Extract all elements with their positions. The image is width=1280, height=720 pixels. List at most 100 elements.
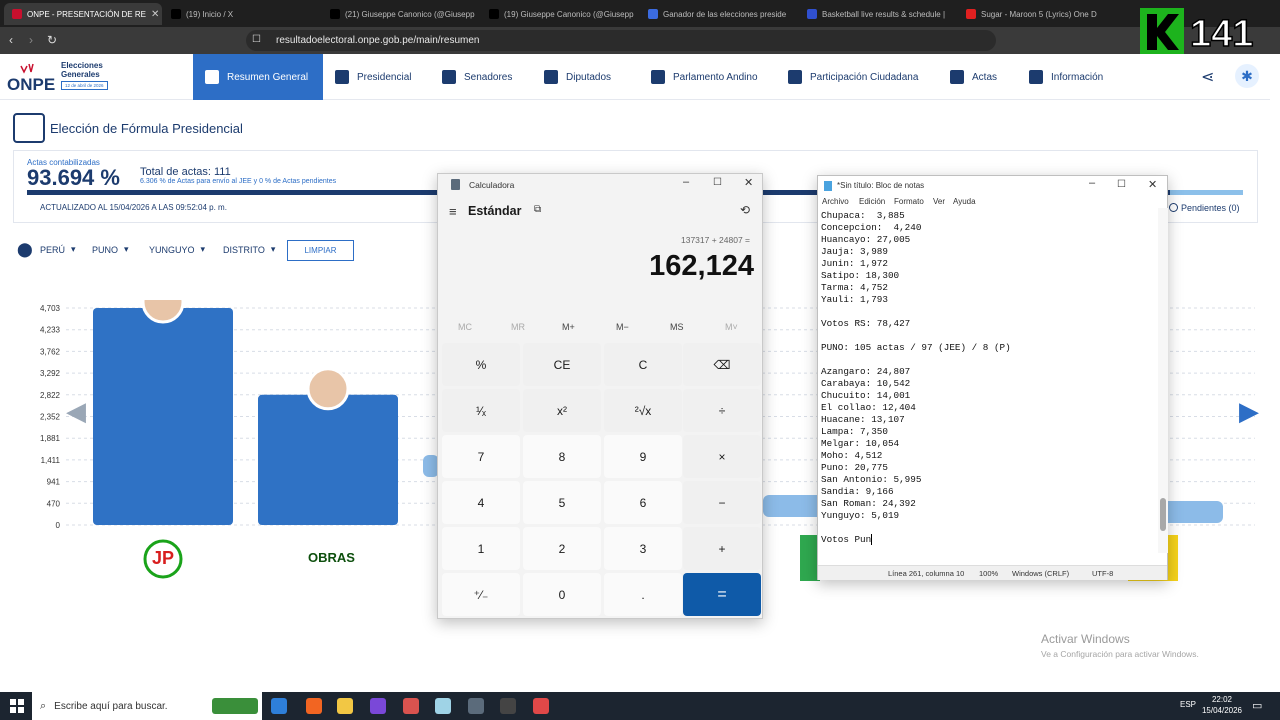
minimize-icon[interactable]: – xyxy=(1089,177,1095,189)
clock-time[interactable]: 22:02 xyxy=(1201,695,1243,704)
chart-bar[interactable] xyxy=(93,308,233,525)
calculator-key[interactable]: ÷ xyxy=(683,389,761,432)
filter-district[interactable]: DISTRITO ▾ xyxy=(223,244,275,255)
memory-button[interactable]: M− xyxy=(616,322,629,332)
browser-tab[interactable]: (19) Inicio / X xyxy=(163,3,321,25)
maximize-icon[interactable]: ☐ xyxy=(1117,179,1126,190)
nav-item-icon xyxy=(651,70,665,84)
pendientes-link[interactable]: Pendientes (0) xyxy=(1181,203,1240,213)
memory-button[interactable]: MC xyxy=(458,322,472,332)
chart-next-arrow[interactable]: ▶ xyxy=(1239,396,1259,427)
nav-item[interactable]: Diputados xyxy=(532,54,632,100)
nav-item[interactable]: Actas xyxy=(938,54,1010,100)
notepad-menu-item[interactable]: Formato xyxy=(894,197,924,206)
nav-item[interactable]: Resumen General xyxy=(193,54,323,100)
calculator-key[interactable]: 0 xyxy=(523,573,601,616)
browser-tab[interactable]: (21) Giuseppe Canonico (@Giusepp xyxy=(322,3,480,25)
notepad-menu-item[interactable]: Edición xyxy=(859,197,885,206)
keep-on-top-icon[interactable]: ⧉ xyxy=(534,204,541,215)
recorder-icon[interactable] xyxy=(500,698,516,714)
widget-forest-icon[interactable] xyxy=(212,698,258,714)
brave-browser-icon[interactable] xyxy=(306,698,322,714)
browser-tab[interactable]: Sugar - Maroon 5 (Lyrics) One D xyxy=(958,3,1116,25)
bookmark-icon[interactable]: ☐ xyxy=(252,34,261,45)
nav-item[interactable]: Senadores xyxy=(430,54,525,100)
calculator-key[interactable]: . xyxy=(604,573,682,616)
calculator-key[interactable]: ²√x xyxy=(604,389,682,432)
copilot-icon[interactable] xyxy=(271,698,287,714)
calculator-key[interactable]: + xyxy=(683,527,761,570)
calculator-key[interactable]: CE xyxy=(523,343,601,386)
calculator-taskbar-icon[interactable] xyxy=(468,698,484,714)
file-explorer-icon[interactable] xyxy=(337,698,353,714)
filter-province[interactable]: YUNGUYO ▾ xyxy=(149,244,205,255)
calculator-key[interactable]: 6 xyxy=(604,481,682,524)
nav-item[interactable]: Presidencial xyxy=(323,54,423,100)
tab-favicon-icon xyxy=(966,9,976,19)
close-icon[interactable]: ✕ xyxy=(1148,178,1157,191)
notification-icon[interactable]: ▭ xyxy=(1252,699,1262,712)
browser-tab[interactable]: ONPE - PRESENTACIÓN DE RE ✕ xyxy=(4,3,162,25)
scrollbar-thumb[interactable] xyxy=(1160,498,1166,531)
notepad-taskbar-icon[interactable] xyxy=(435,698,451,714)
calculator-key[interactable]: ⁺⁄₋ xyxy=(442,573,520,616)
filter-region[interactable]: PUNO ▾ xyxy=(92,244,129,255)
accessibility-icon[interactable]: ✱ xyxy=(1235,64,1259,88)
notepad-menu-item[interactable]: Ver xyxy=(933,197,945,206)
maximize-icon[interactable]: ☐ xyxy=(713,177,722,188)
browser-tab[interactable]: (19) Giuseppe Canonico (@Giusepp xyxy=(481,3,639,25)
app-red2-icon[interactable] xyxy=(533,698,549,714)
nav-item[interactable]: Información xyxy=(1017,54,1117,100)
url-field[interactable]: resultadoelectoral.onpe.gob.pe/main/resu… xyxy=(246,30,996,51)
notepad-text-area[interactable]: Chupaca: 3,885 Concepcion: 4,240 Huancay… xyxy=(821,210,1157,553)
browser-tab[interactable]: Basketball live results & schedule | xyxy=(799,3,957,25)
calculator-key[interactable]: 9 xyxy=(604,435,682,478)
calculator-key[interactable]: = xyxy=(683,573,761,616)
chart-prev-arrow[interactable]: ◀ xyxy=(66,396,86,427)
onpe-logo[interactable]: ONPE xyxy=(7,62,55,94)
obs-icon[interactable] xyxy=(370,698,386,714)
tab-close-icon[interactable]: ✕ xyxy=(151,9,159,20)
browser-tab[interactable]: Ganador de las elecciones preside xyxy=(640,3,798,25)
back-icon[interactable]: ‹ xyxy=(9,33,13,47)
reload-icon[interactable]: ↻ xyxy=(47,33,57,47)
chevron-down-icon: ▾ xyxy=(71,244,76,254)
share-icon[interactable]: ⋖ xyxy=(1201,67,1214,87)
forward-icon[interactable]: › xyxy=(29,33,33,47)
calculator-key[interactable]: 8 xyxy=(523,435,601,478)
app-red-icon[interactable] xyxy=(403,698,419,714)
history-icon[interactable]: ⟲ xyxy=(740,203,750,217)
minimize-icon[interactable]: – xyxy=(683,176,689,188)
filter-country[interactable]: PERÚ ▾ xyxy=(40,244,76,255)
close-icon[interactable]: ✕ xyxy=(744,176,753,189)
calculator-key[interactable]: % xyxy=(442,343,520,386)
calculator-key[interactable]: x² xyxy=(523,389,601,432)
calculator-key[interactable]: 3 xyxy=(604,527,682,570)
memory-button[interactable]: MR xyxy=(511,322,525,332)
calculator-key[interactable]: − xyxy=(683,481,761,524)
calculator-key[interactable]: 1 xyxy=(442,527,520,570)
calculator-key[interactable]: 7 xyxy=(442,435,520,478)
notepad-menu-item[interactable]: Ayuda xyxy=(953,197,976,206)
memory-button[interactable]: MS xyxy=(670,322,684,332)
memory-button[interactable]: M+ xyxy=(562,322,575,332)
nav-item[interactable]: Participación Ciudadana xyxy=(776,54,931,100)
calculator-key[interactable]: × xyxy=(683,435,761,478)
calculator-key[interactable]: C xyxy=(604,343,682,386)
nav-item[interactable]: Parlamento Andino xyxy=(639,54,769,100)
memory-button[interactable]: M˅ xyxy=(725,322,738,332)
calculator-key[interactable]: ¹⁄ₓ xyxy=(442,389,520,432)
chart-bar-partial[interactable] xyxy=(763,495,823,517)
calculator-key[interactable]: 2 xyxy=(523,527,601,570)
hamburger-menu-icon[interactable]: ≡ xyxy=(449,204,457,219)
calculator-key[interactable]: 4 xyxy=(442,481,520,524)
calculator-key[interactable]: ⌫ xyxy=(683,343,761,386)
clear-filters-button[interactable]: LIMPIAR xyxy=(287,240,354,261)
clock-date[interactable]: 15/04/2026 xyxy=(1199,706,1245,715)
chart-bar[interactable] xyxy=(258,394,398,525)
language-indicator[interactable]: ESP xyxy=(1180,700,1196,709)
windows-start-icon[interactable] xyxy=(10,699,24,713)
notepad-scrollbar[interactable] xyxy=(1158,208,1168,553)
calculator-key[interactable]: 5 xyxy=(523,481,601,524)
notepad-menu-item[interactable]: Archivo xyxy=(822,197,849,206)
